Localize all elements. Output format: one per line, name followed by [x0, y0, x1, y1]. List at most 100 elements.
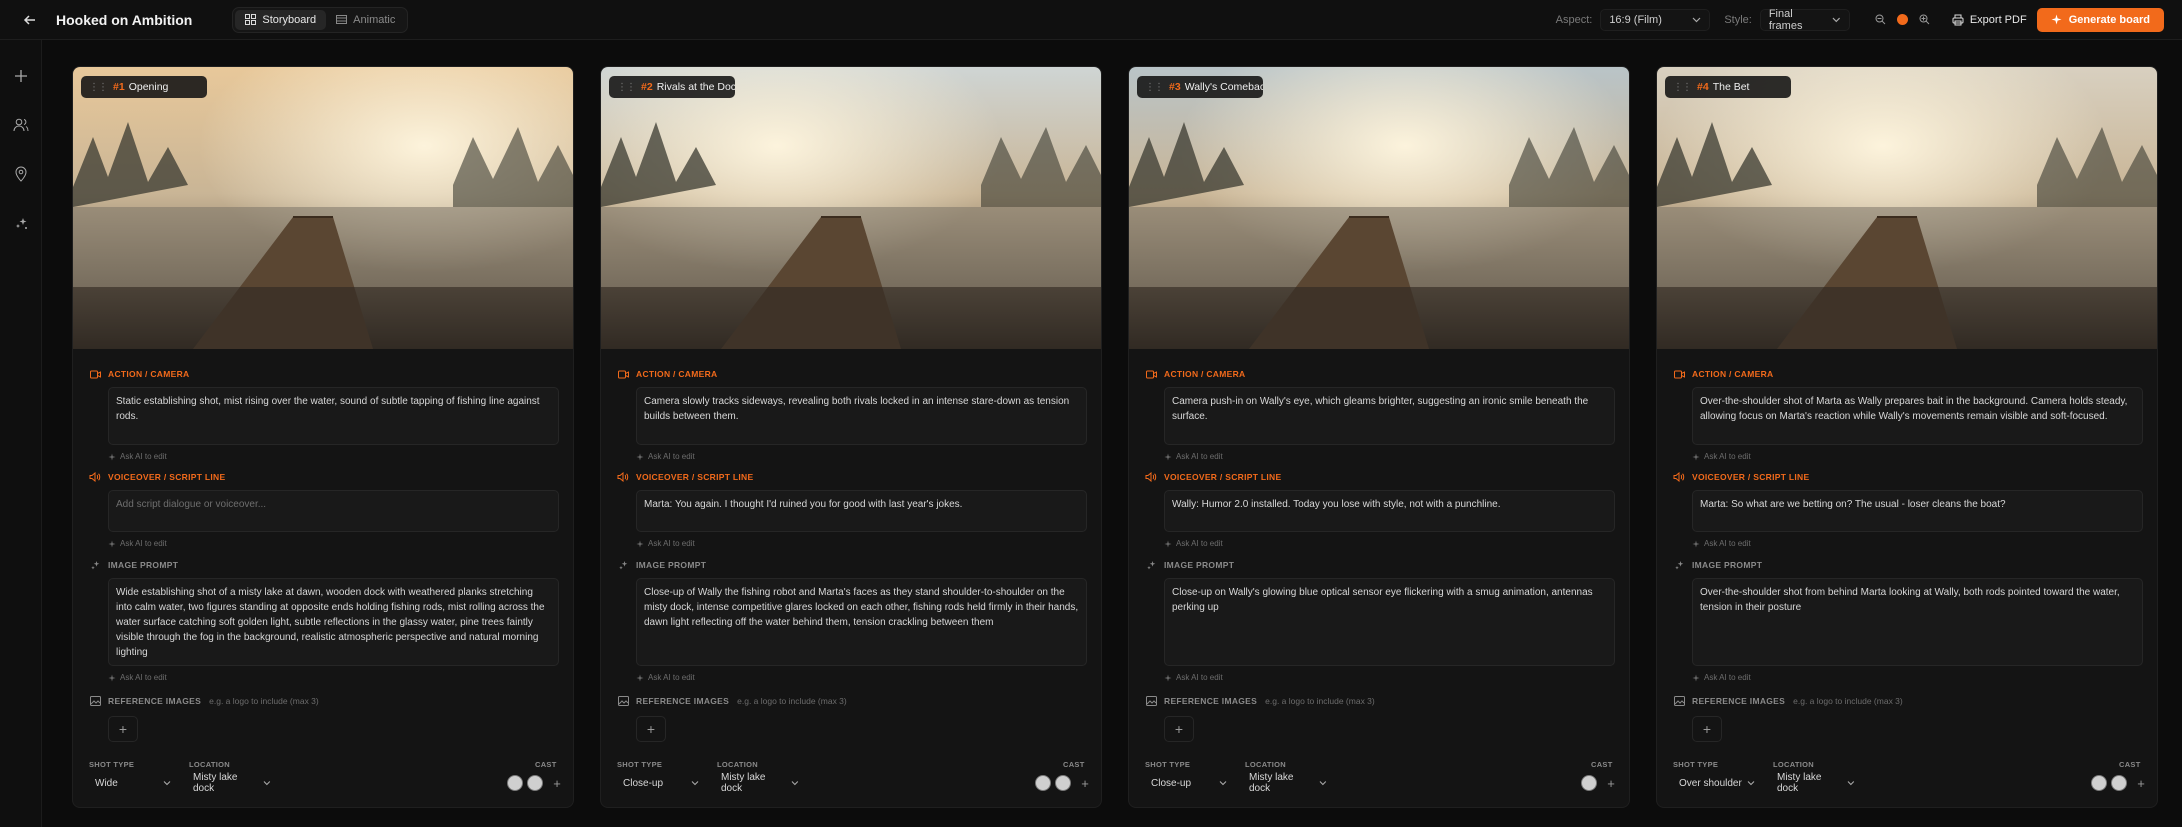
- add-reference-image-button[interactable]: +: [108, 716, 138, 742]
- voiceover-textarea[interactable]: Marta: You again. I thought I'd ruined y…: [636, 490, 1087, 532]
- shot-title-chip[interactable]: ⋮⋮ #2 Rivals at the Dock: [609, 76, 735, 98]
- shot-title-chip[interactable]: ⋮⋮ #4 The Bet: [1665, 76, 1791, 98]
- location-value: Misty lake dock: [193, 772, 238, 794]
- cast-avatar[interactable]: [1055, 775, 1071, 791]
- cast-avatar[interactable]: [507, 775, 523, 791]
- drag-handle-icon[interactable]: ⋮⋮: [89, 82, 108, 93]
- add-cast-button[interactable]: +: [1603, 775, 1619, 791]
- video-camera-icon: [617, 368, 629, 380]
- ask-ai-edit-link[interactable]: Ask AI to edit: [1164, 452, 1615, 461]
- speaker-icon: [89, 471, 101, 483]
- image-prompt-textarea[interactable]: Over-the-shoulder shot from behind Marta…: [1692, 578, 2143, 666]
- reference-images-heading: REFERENCE IMAGES: [1692, 696, 1786, 706]
- cast-avatar[interactable]: [1035, 775, 1051, 791]
- voiceover-textarea[interactable]: Add script dialogue or voiceover...: [108, 490, 559, 532]
- action-camera-textarea[interactable]: Camera push-in on Wally's eye, which gle…: [1164, 387, 1615, 445]
- shot-type-select[interactable]: Wide: [89, 772, 177, 794]
- shot-image[interactable]: [73, 67, 574, 349]
- ask-ai-edit-link[interactable]: Ask AI to edit: [1692, 673, 2143, 682]
- action-camera-textarea[interactable]: Over-the-shoulder shot of Marta as Wally…: [1692, 387, 2143, 445]
- shot-number: #2: [641, 81, 653, 93]
- reference-images-heading: REFERENCE IMAGES: [636, 696, 730, 706]
- action-camera-textarea[interactable]: Static establishing shot, mist rising ov…: [108, 387, 559, 445]
- add-reference-image-button[interactable]: +: [636, 716, 666, 742]
- shot-title-chip[interactable]: ⋮⋮ #3 Wally's Comeback: [1137, 76, 1263, 98]
- add-reference-image-button[interactable]: +: [1164, 716, 1194, 742]
- location-label: LOCATION: [189, 760, 231, 769]
- style-label: Style:: [1724, 13, 1752, 26]
- users-icon[interactable]: [11, 115, 31, 135]
- cast-avatar[interactable]: [2111, 775, 2127, 791]
- shot-image-frame[interactable]: ⋮⋮ #2 Rivals at the Dock: [601, 67, 1102, 349]
- drag-handle-icon[interactable]: ⋮⋮: [617, 82, 636, 93]
- add-cast-button[interactable]: +: [549, 775, 565, 791]
- shot-image[interactable]: [1657, 67, 2158, 349]
- location-select[interactable]: Misty lake dock: [715, 772, 805, 794]
- ask-ai-edit-link[interactable]: Ask AI to edit: [636, 539, 1087, 548]
- zoom-level-indicator[interactable]: [1892, 9, 1914, 31]
- style-select[interactable]: Final frames: [1759, 8, 1850, 32]
- zoom-out-icon[interactable]: [1870, 9, 1892, 31]
- export-pdf-button[interactable]: Export PDF: [1942, 8, 2037, 32]
- drag-handle-icon[interactable]: ⋮⋮: [1145, 82, 1164, 93]
- shot-type-value: Over shoulder: [1679, 777, 1742, 789]
- voiceover-section: VOICEOVER / SCRIPT LINE Wally: Humor 2.0…: [1145, 470, 1615, 548]
- shot-type-select[interactable]: Over shoulder: [1673, 772, 1761, 794]
- sparkle-icon: [636, 540, 644, 547]
- ask-ai-edit-link[interactable]: Ask AI to edit: [108, 539, 559, 548]
- ask-ai-edit-link[interactable]: Ask AI to edit: [1692, 539, 2143, 548]
- shot-image-frame[interactable]: ⋮⋮ #4 The Bet: [1657, 67, 2158, 349]
- zoom-in-icon[interactable]: [1914, 9, 1936, 31]
- image-prompt-textarea[interactable]: Close-up of Wally the fishing robot and …: [636, 578, 1087, 666]
- voiceover-textarea[interactable]: Marta: So what are we betting on? The us…: [1692, 490, 2143, 532]
- ask-ai-edit-link[interactable]: Ask AI to edit: [1692, 452, 2143, 461]
- action-camera-textarea[interactable]: Camera slowly tracks sideways, revealing…: [636, 387, 1087, 445]
- shot-image[interactable]: [601, 67, 1102, 349]
- shot-title-chip[interactable]: ⋮⋮ #1 Opening: [81, 76, 207, 98]
- tab-animatic[interactable]: Animatic: [326, 10, 405, 30]
- ask-ai-edit-link[interactable]: Ask AI to edit: [1164, 673, 1615, 682]
- shot-image-frame[interactable]: ⋮⋮ #1 Opening: [73, 67, 574, 349]
- shot-card[interactable]: ⋮⋮ #3 Wally's Comeback ACTION / CAMERA C…: [1128, 66, 1630, 808]
- shot-card[interactable]: ⋮⋮ #4 The Bet ACTION / CAMERA Over-the-s…: [1656, 66, 2158, 808]
- add-cast-button[interactable]: +: [2133, 775, 2149, 791]
- ask-ai-edit-link[interactable]: Ask AI to edit: [108, 673, 559, 682]
- cast-label: CAST: [535, 760, 557, 769]
- shot-card[interactable]: ⋮⋮ #2 Rivals at the Dock ACTION / CAMERA…: [600, 66, 1102, 808]
- tab-storyboard[interactable]: Storyboard: [235, 9, 327, 30]
- ask-ai-edit-link[interactable]: Ask AI to edit: [1164, 539, 1615, 548]
- ask-ai-edit-link[interactable]: Ask AI to edit: [636, 452, 1087, 461]
- location-select[interactable]: Misty lake dock: [1243, 772, 1333, 794]
- video-camera-icon: [89, 368, 101, 380]
- shot-type-select[interactable]: Close-up: [1145, 772, 1233, 794]
- voiceover-textarea[interactable]: Wally: Humor 2.0 installed. Today you lo…: [1164, 490, 1615, 532]
- image-prompt-textarea[interactable]: Wide establishing shot of a misty lake a…: [108, 578, 559, 666]
- aspect-select[interactable]: 16:9 (Film): [1600, 8, 1711, 31]
- add-cast-button[interactable]: +: [1077, 775, 1093, 791]
- cast-avatar[interactable]: [527, 775, 543, 791]
- location-label: LOCATION: [1245, 760, 1287, 769]
- shot-image-frame[interactable]: ⋮⋮ #3 Wally's Comeback: [1129, 67, 1630, 349]
- chevron-down-icon: [163, 781, 171, 786]
- shot-card[interactable]: ⋮⋮ #1 Opening ACTION / CAMERA Static est…: [72, 66, 574, 808]
- speaker-icon: [617, 471, 629, 483]
- add-icon[interactable]: [11, 66, 31, 86]
- back-arrow-icon[interactable]: [18, 8, 42, 32]
- ask-ai-edit-link[interactable]: Ask AI to edit: [108, 452, 559, 461]
- shot-type-label: SHOT TYPE: [1673, 760, 1719, 769]
- magic-sparkles-icon[interactable]: [11, 213, 31, 233]
- image-prompt-textarea[interactable]: Close-up on Wally's glowing blue optical…: [1164, 578, 1615, 666]
- drag-handle-icon[interactable]: ⋮⋮: [1673, 82, 1692, 93]
- location-select[interactable]: Misty lake dock: [187, 772, 277, 794]
- generate-board-button[interactable]: Generate board: [2036, 7, 2164, 32]
- ask-ai-edit-link[interactable]: Ask AI to edit: [636, 673, 1087, 682]
- cast-avatar[interactable]: [2091, 775, 2107, 791]
- map-pin-icon[interactable]: [11, 164, 31, 184]
- add-reference-image-button[interactable]: +: [1692, 716, 1722, 742]
- cast-avatar[interactable]: [1581, 775, 1597, 791]
- voiceover-heading: VOICEOVER / SCRIPT LINE: [1692, 472, 1810, 482]
- shot-type-select[interactable]: Close-up: [617, 772, 705, 794]
- shot-image[interactable]: [1129, 67, 1630, 349]
- action-camera-heading: ACTION / CAMERA: [636, 369, 718, 379]
- location-select[interactable]: Misty lake dock: [1771, 772, 1861, 794]
